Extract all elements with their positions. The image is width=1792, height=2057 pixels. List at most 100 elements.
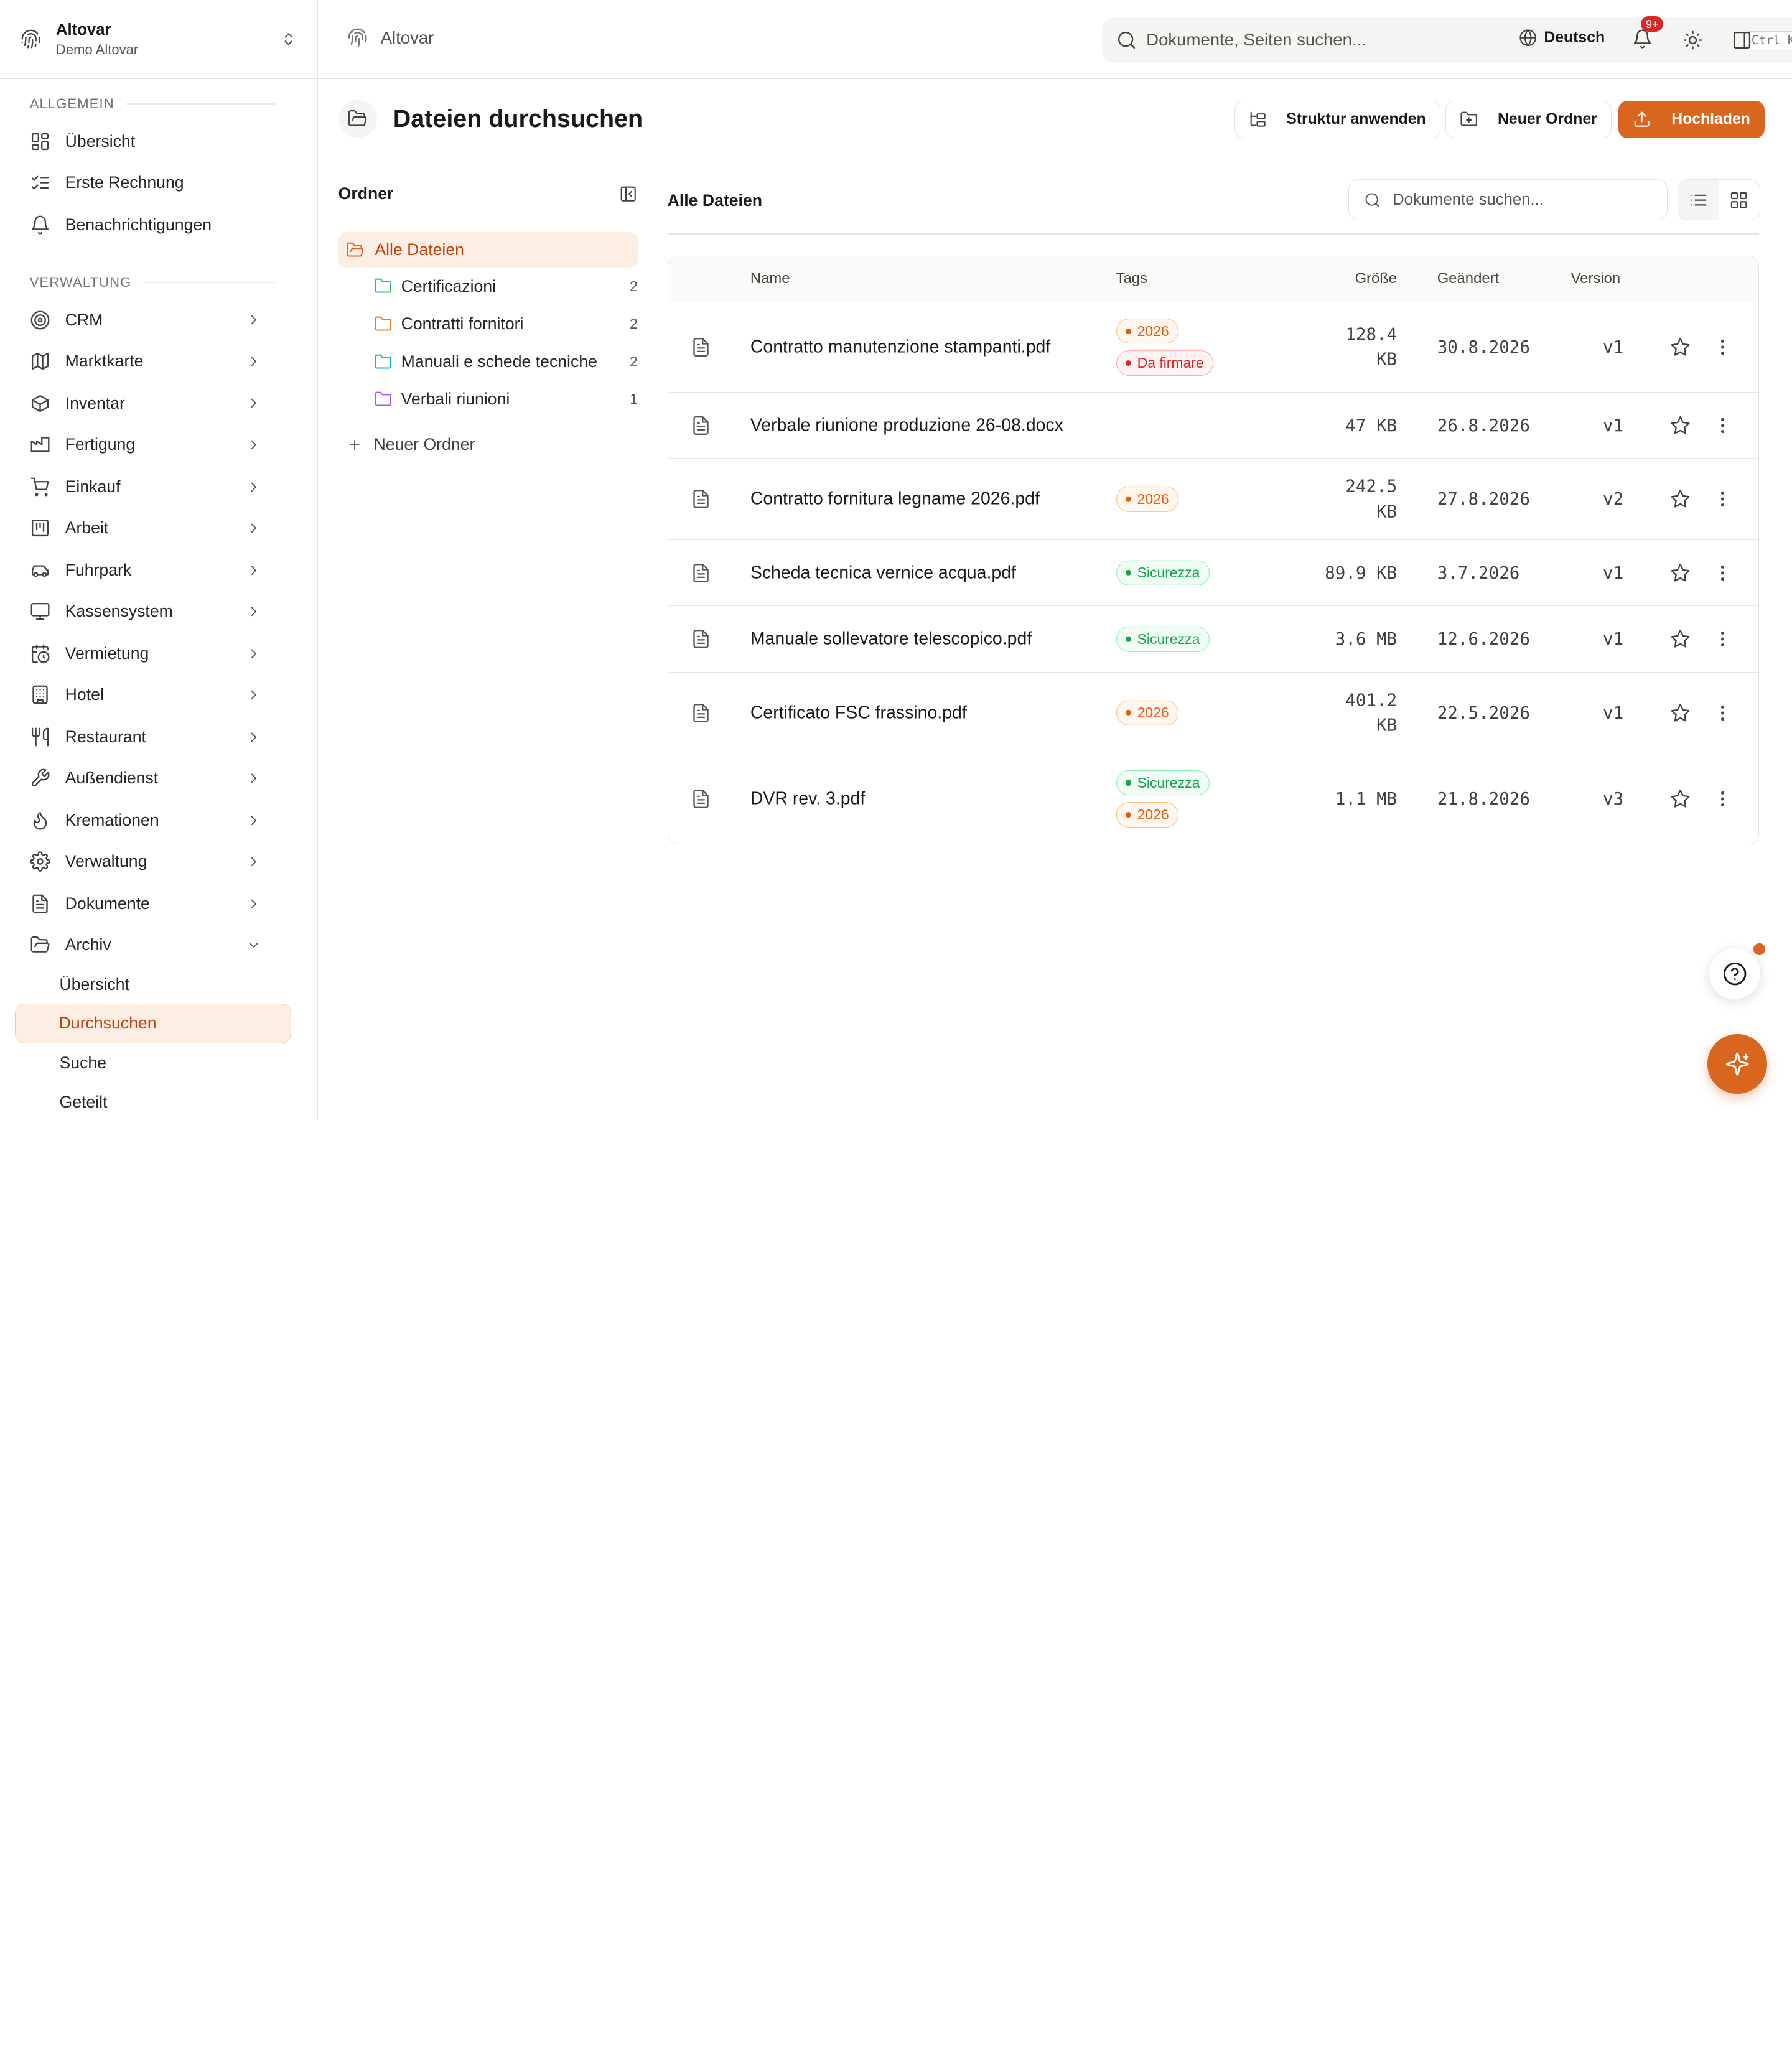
favorite-button[interactable] bbox=[1670, 489, 1691, 510]
nav-market-map[interactable]: Marktkarte bbox=[30, 343, 277, 380]
nav-work[interactable]: Arbeit bbox=[30, 510, 277, 546]
tag-badge[interactable]: Sicurezza bbox=[1116, 770, 1210, 796]
upload-label: Hochladen bbox=[1671, 110, 1750, 128]
nav-documents[interactable]: Dokumente bbox=[30, 885, 277, 922]
new-folder-button[interactable]: Neuer Ordner bbox=[1445, 100, 1612, 139]
folder-item[interactable]: Certificazioni 2 bbox=[338, 268, 638, 306]
nav-fleet[interactable]: Fuhrpark bbox=[30, 552, 277, 589]
chevron-right-icon bbox=[251, 398, 256, 408]
file-name[interactable]: Certificato FSC frassino.pdf bbox=[750, 702, 967, 723]
chevron-right-icon bbox=[251, 690, 256, 700]
apply-structure-button[interactable]: Struktur anwenden bbox=[1234, 100, 1440, 139]
language-switcher[interactable]: Deutsch bbox=[1519, 29, 1605, 47]
file-name[interactable]: Contratto manutenzione stampanti.pdf bbox=[750, 337, 1050, 357]
tag-badge[interactable]: Sicurezza bbox=[1116, 626, 1210, 652]
document-search-input[interactable]: Dokumente suchen... bbox=[1348, 179, 1668, 221]
file-text-icon bbox=[693, 789, 709, 808]
file-name[interactable]: Verbale riunione produzione 26-08.docx bbox=[750, 415, 1063, 436]
file-icon-cell bbox=[691, 337, 711, 357]
breadcrumb[interactable]: Altovar bbox=[347, 27, 434, 48]
table-row[interactable]: Certificato FSC frassino.pdf 2026 401.2 KB 2… bbox=[668, 673, 1758, 754]
favorite-button[interactable] bbox=[1670, 415, 1691, 436]
row-menu-button[interactable] bbox=[1712, 415, 1733, 436]
chevron-right-icon bbox=[251, 857, 256, 867]
nav-manufacturing[interactable]: Fertigung bbox=[30, 426, 277, 463]
row-menu-button[interactable] bbox=[1712, 562, 1733, 583]
folder-item[interactable]: Verbali riunioni 1 bbox=[338, 381, 638, 419]
table-row[interactable]: Manuale sollevatore telescopico.pdf Sicur… bbox=[668, 606, 1758, 673]
file-name[interactable]: DVR rev. 3.pdf bbox=[750, 788, 866, 809]
search-icon bbox=[1365, 193, 1380, 207]
row-menu-button[interactable] bbox=[1712, 489, 1733, 510]
col-name[interactable]: Name bbox=[750, 270, 790, 287]
archive-sub-search[interactable]: Suche bbox=[60, 1053, 107, 1073]
table-row[interactable]: DVR rev. 3.pdf Sicurezza 2026 1.1 MB 21.8.20… bbox=[668, 753, 1758, 844]
col-size[interactable]: Größe bbox=[1355, 270, 1397, 287]
folder-open-icon bbox=[347, 242, 364, 257]
tag-badge[interactable]: Sicurezza bbox=[1116, 560, 1210, 585]
col-modified[interactable]: Geändert bbox=[1437, 270, 1499, 287]
row-menu-button[interactable] bbox=[1712, 788, 1733, 809]
folder-label: Contratti fornitori bbox=[401, 314, 524, 334]
list-view-button[interactable] bbox=[1678, 180, 1719, 220]
nav-crm[interactable]: CRM bbox=[30, 302, 277, 338]
file-name[interactable]: Manuale sollevatore telescopico.pdf bbox=[750, 629, 1032, 650]
add-folder-link[interactable]: Neuer Ordner bbox=[338, 427, 638, 462]
table-row[interactable]: Contratto manutenzione stampanti.pdf 2026… bbox=[668, 302, 1758, 393]
archive-sub-browse[interactable]: Durchsuchen bbox=[14, 1003, 292, 1043]
favorite-button[interactable] bbox=[1670, 562, 1691, 583]
favorite-button[interactable] bbox=[1670, 629, 1691, 650]
favorite-button[interactable] bbox=[1670, 788, 1691, 809]
tag-badge[interactable]: 2026 bbox=[1116, 700, 1179, 725]
tag-badge[interactable]: 2026 bbox=[1116, 318, 1179, 344]
folder-item[interactable]: Contratti fornitori 2 bbox=[338, 305, 638, 343]
favorite-button[interactable] bbox=[1670, 702, 1691, 723]
file-name[interactable]: Contratto fornitura legname 2026.pdf bbox=[750, 489, 1040, 510]
nav-restaurant[interactable]: Restaurant bbox=[30, 719, 277, 755]
ai-assistant-button[interactable] bbox=[1707, 1034, 1767, 1094]
tag-badge[interactable]: Da firmare bbox=[1116, 350, 1214, 376]
theme-toggle-sun-icon[interactable] bbox=[1682, 30, 1703, 50]
fingerprint-icon bbox=[348, 28, 367, 47]
table-row[interactable]: Scheda tecnica vernice acqua.pdf Sicurezz… bbox=[668, 540, 1758, 607]
nav-pos[interactable]: Kassensystem bbox=[30, 593, 277, 630]
more-vertical-icon bbox=[1721, 565, 1725, 581]
nav-inventory[interactable]: Inventar bbox=[30, 385, 277, 422]
panel-toggle-icon[interactable] bbox=[1732, 30, 1752, 50]
upload-button[interactable]: Hochladen bbox=[1618, 100, 1765, 139]
nav-archive[interactable]: Archiv bbox=[30, 927, 277, 964]
nav-administration[interactable]: Verwaltung bbox=[30, 843, 277, 880]
nav-rental[interactable]: Vermietung bbox=[30, 635, 277, 672]
folder-panel-title: Ordner bbox=[338, 184, 394, 203]
file-text-icon bbox=[693, 337, 709, 357]
nav-first-invoice[interactable]: Erste Rechnung bbox=[30, 164, 277, 201]
favorite-button[interactable] bbox=[1670, 337, 1691, 357]
file-name[interactable]: Scheda tecnica vernice acqua.pdf bbox=[750, 562, 1016, 583]
file-tags: Sicurezza 2026 bbox=[1116, 770, 1210, 828]
archive-sub-shared[interactable]: Geteilt bbox=[60, 1093, 108, 1112]
nav-purchasing[interactable]: Einkauf bbox=[30, 469, 277, 505]
nav-cremations[interactable]: Kremationen bbox=[30, 802, 277, 839]
archive-sub-overview[interactable]: Übersicht bbox=[60, 975, 129, 994]
folder-tree-icon bbox=[1250, 111, 1266, 127]
org-switcher[interactable]: Altovar Demo Altovar bbox=[0, 0, 317, 79]
tag-badge[interactable]: 2026 bbox=[1116, 802, 1179, 828]
file-size-part: 89.9 KB bbox=[1325, 562, 1398, 583]
nav-notifications[interactable]: Benachrichtigungen bbox=[30, 207, 277, 243]
row-menu-button[interactable] bbox=[1712, 702, 1733, 723]
nav-field-service[interactable]: Außendienst bbox=[30, 760, 277, 796]
nav-overview[interactable]: Übersicht bbox=[30, 123, 277, 160]
nav-label: Fuhrpark bbox=[65, 561, 132, 579]
collapse-panel-icon[interactable] bbox=[619, 185, 637, 203]
table-row[interactable]: Contratto fornitura legname 2026.pdf 2026… bbox=[668, 459, 1758, 540]
table-row[interactable]: Verbale riunione produzione 26-08.docx 47… bbox=[668, 393, 1758, 459]
nav-label: Inventar bbox=[65, 393, 125, 413]
row-menu-button[interactable] bbox=[1712, 629, 1733, 650]
grid-view-button[interactable] bbox=[1719, 180, 1759, 220]
help-button[interactable] bbox=[1708, 943, 1765, 1001]
nav-hotel[interactable]: Hotel bbox=[30, 676, 277, 713]
row-menu-button[interactable] bbox=[1712, 337, 1733, 357]
folder-all-files[interactable]: Alle Dateien bbox=[338, 231, 638, 268]
tag-badge[interactable]: 2026 bbox=[1116, 486, 1179, 512]
folder-item[interactable]: Manuali e schede tecniche 2 bbox=[338, 343, 638, 381]
